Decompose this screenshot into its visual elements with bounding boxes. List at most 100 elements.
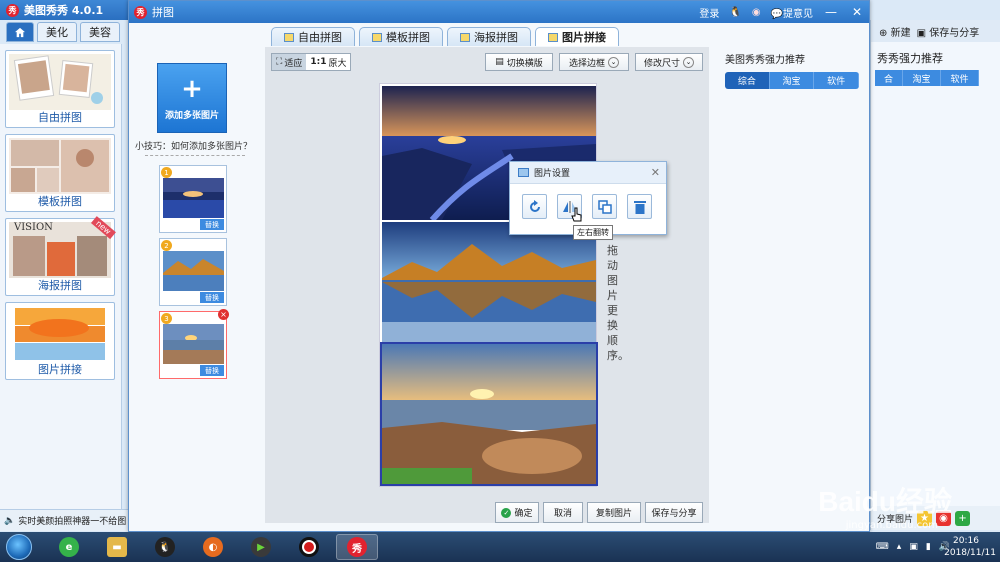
video-player-icon: ▶ [251,537,271,557]
sidebar-item-free-puzzle[interactable]: 自由拼图 [5,50,115,128]
switch-layout-label: 切换横版 [506,58,543,69]
recommend-title: 美图秀秀强力推荐 [725,55,805,66]
speaker-icon: 🔈 [4,515,16,526]
check-icon: ✓ [501,507,512,518]
tab-template-puzzle[interactable]: 模板拼图 [359,27,443,46]
popup-close-icon[interactable]: ✕ [651,166,660,179]
keyboard-icon[interactable]: ⌨ [876,542,889,552]
rotate-button[interactable] [522,194,547,219]
taskbar-qq[interactable]: 🐧 [144,534,186,560]
switch-layout-button[interactable]: ▤ 切换横版 [485,53,553,71]
copy-image-button[interactable]: 复制图片 [587,502,641,523]
replace-button[interactable]: 替换 [200,365,224,376]
clock-date: 2018/11/11 [944,548,996,558]
close-button[interactable]: ✕ [849,5,865,19]
taskbar-firefox[interactable]: ◐ [192,534,234,560]
fit-button[interactable]: ⛶ 适应 [272,54,307,70]
add-images-button[interactable]: + 添加多张图片 [157,63,227,133]
collage-canvas-area: ⛶ 适应 1:1 原大 ▤ 切换横版 选择边框 ⌄ 修改尺寸 ⌄ 拖动图片更换顺… [265,47,709,523]
taskbar-explorer[interactable]: ▬ [96,534,138,560]
hand-cursor-icon [571,207,582,222]
puzzle-tab-bar: 自由拼图 模板拼图 海报拼图 图片拼接 [271,27,619,46]
resize-button[interactable]: 修改尺寸 ⌄ [635,53,703,71]
feedback-link[interactable]: 💬提意见 [771,5,813,20]
recommend-tabs: 综合 淘宝 软件 [725,72,859,89]
image-thumb-3[interactable]: 3 替换 × [159,309,229,379]
system-clock[interactable]: 20:16 2018/11/11 [936,535,996,559]
tab-beautify[interactable]: 美化 [37,22,77,42]
save-share-dialog-button[interactable]: 保存与分享 [645,502,703,523]
tab-icon [372,32,382,42]
new-button[interactable]: ⊕ 新建 [879,24,911,39]
tip-link[interactable]: 小技巧：如何添加多张图片？ [135,139,252,152]
tray-app-icon[interactable]: ▣ [909,542,918,552]
recommend-tab-all[interactable]: 综合 [725,72,770,89]
sidebar-item-template-puzzle[interactable]: 模板拼图 [5,134,115,212]
thumb-number: 1 [161,167,172,178]
taskbar-360-browser[interactable]: e [48,534,90,560]
right-tab-software[interactable]: 软件 [941,70,979,86]
right-tab-all[interactable]: 合 [875,70,903,86]
taskbar-meitu[interactable]: 秀 [336,534,378,560]
taskbar-iqiyi[interactable]: ▶ [240,534,282,560]
choose-border-label: 选择边框 [568,58,605,69]
collage-image-sunset-shore[interactable] [380,342,598,486]
template-puzzle-thumbnail [9,138,111,194]
collage-image-mountain[interactable] [382,222,596,342]
add-icon[interactable]: + [955,510,971,526]
sidebar-item-image-stitch[interactable]: 图片拼接 [5,302,115,380]
rotate-icon [529,199,540,212]
chat-icon: 💬 [770,8,783,20]
image-settings-popup: 图片设置 ✕ [509,161,667,235]
sidebar-item-poster-puzzle[interactable]: VISION new 海报拼图 [5,216,117,296]
tab-poster-puzzle[interactable]: 海报拼图 [447,27,531,46]
recommend-tab-software[interactable]: 软件 [814,72,859,89]
puzzle-dialog: 秀 拼图 登录 🐧 ◉ 💬提意见 — ✕ 自由拼图 模板拼图 海报拼图 图片拼接… [128,0,870,532]
home-tab[interactable] [6,22,34,42]
tab-free-puzzle[interactable]: 自由拼图 [271,27,355,46]
tab-image-stitch[interactable]: 图片拼接 [535,27,619,46]
image-thumb-2[interactable]: 2 替换 [159,238,227,306]
image-thumb-1[interactable]: 1 替换 [159,165,227,233]
popup-header: 图片设置 [510,162,666,184]
start-button[interactable] [6,534,32,560]
save-share-label: 保存与分享 [929,27,980,39]
tab-cosmetic[interactable]: 美容 [80,22,120,42]
delete-button[interactable] [627,194,652,219]
meitu-icon: 秀 [347,537,367,557]
app-logo-icon: 秀 [6,3,19,17]
replace-button[interactable]: 替换 [200,292,224,303]
tab-label: 图片拼接 [562,31,606,44]
minimize-button[interactable]: — [823,5,839,19]
flip-tooltip: 左右翻转 [573,225,613,240]
show-hidden-icon[interactable]: ▴ [897,542,902,552]
login-link[interactable]: 登录 [699,5,719,20]
network-icon[interactable]: ▮ [926,542,931,552]
recommend-tab-taobao[interactable]: 淘宝 [769,72,815,89]
baidu-watermark: Baidu经验 [818,486,952,517]
original-label: 原大 [328,58,347,69]
dialog-titlebar: 秀 拼图 登录 🐧 ◉ 💬提意见 — ✕ [129,1,869,23]
tab-label: 模板拼图 [386,31,430,44]
status-text[interactable]: 实时美颜拍照神器一不给图 [18,514,126,527]
ok-button[interactable]: ✓ 确定 [495,502,539,523]
replace-button[interactable]: 替换 [200,219,224,230]
tab-label: 海报拼图 [474,31,518,44]
tip-divider [145,155,245,156]
weibo-login-icon[interactable]: ◉ [752,7,761,18]
delete-thumb-icon[interactable]: × [218,309,229,320]
main-status-bar: 🔈 实时美颜拍照神器一不给图 [0,509,128,531]
right-tab-taobao[interactable]: 淘宝 [903,70,941,86]
choose-border-button[interactable]: 选择边框 ⌄ [559,53,629,71]
taskbar-recorder[interactable] [288,534,330,560]
drag-reorder-hint: 拖动图片更换顺序。 [607,244,629,362]
recommend-panel: 美图秀秀强力推荐 综合 淘宝 软件 [725,51,859,89]
cancel-button[interactable]: 取消 [543,502,583,523]
plus-icon: + [181,73,203,104]
qq-icon[interactable]: 🐧 [729,7,741,18]
save-share-button[interactable]: ▣ 保存与分享 [917,24,980,39]
copy-layer-button[interactable] [592,194,617,219]
plus-circle-icon: ⊕ [879,27,888,39]
ratio-label: 1:1 [310,57,327,67]
original-size-button[interactable]: 1:1 原大 [306,54,350,70]
